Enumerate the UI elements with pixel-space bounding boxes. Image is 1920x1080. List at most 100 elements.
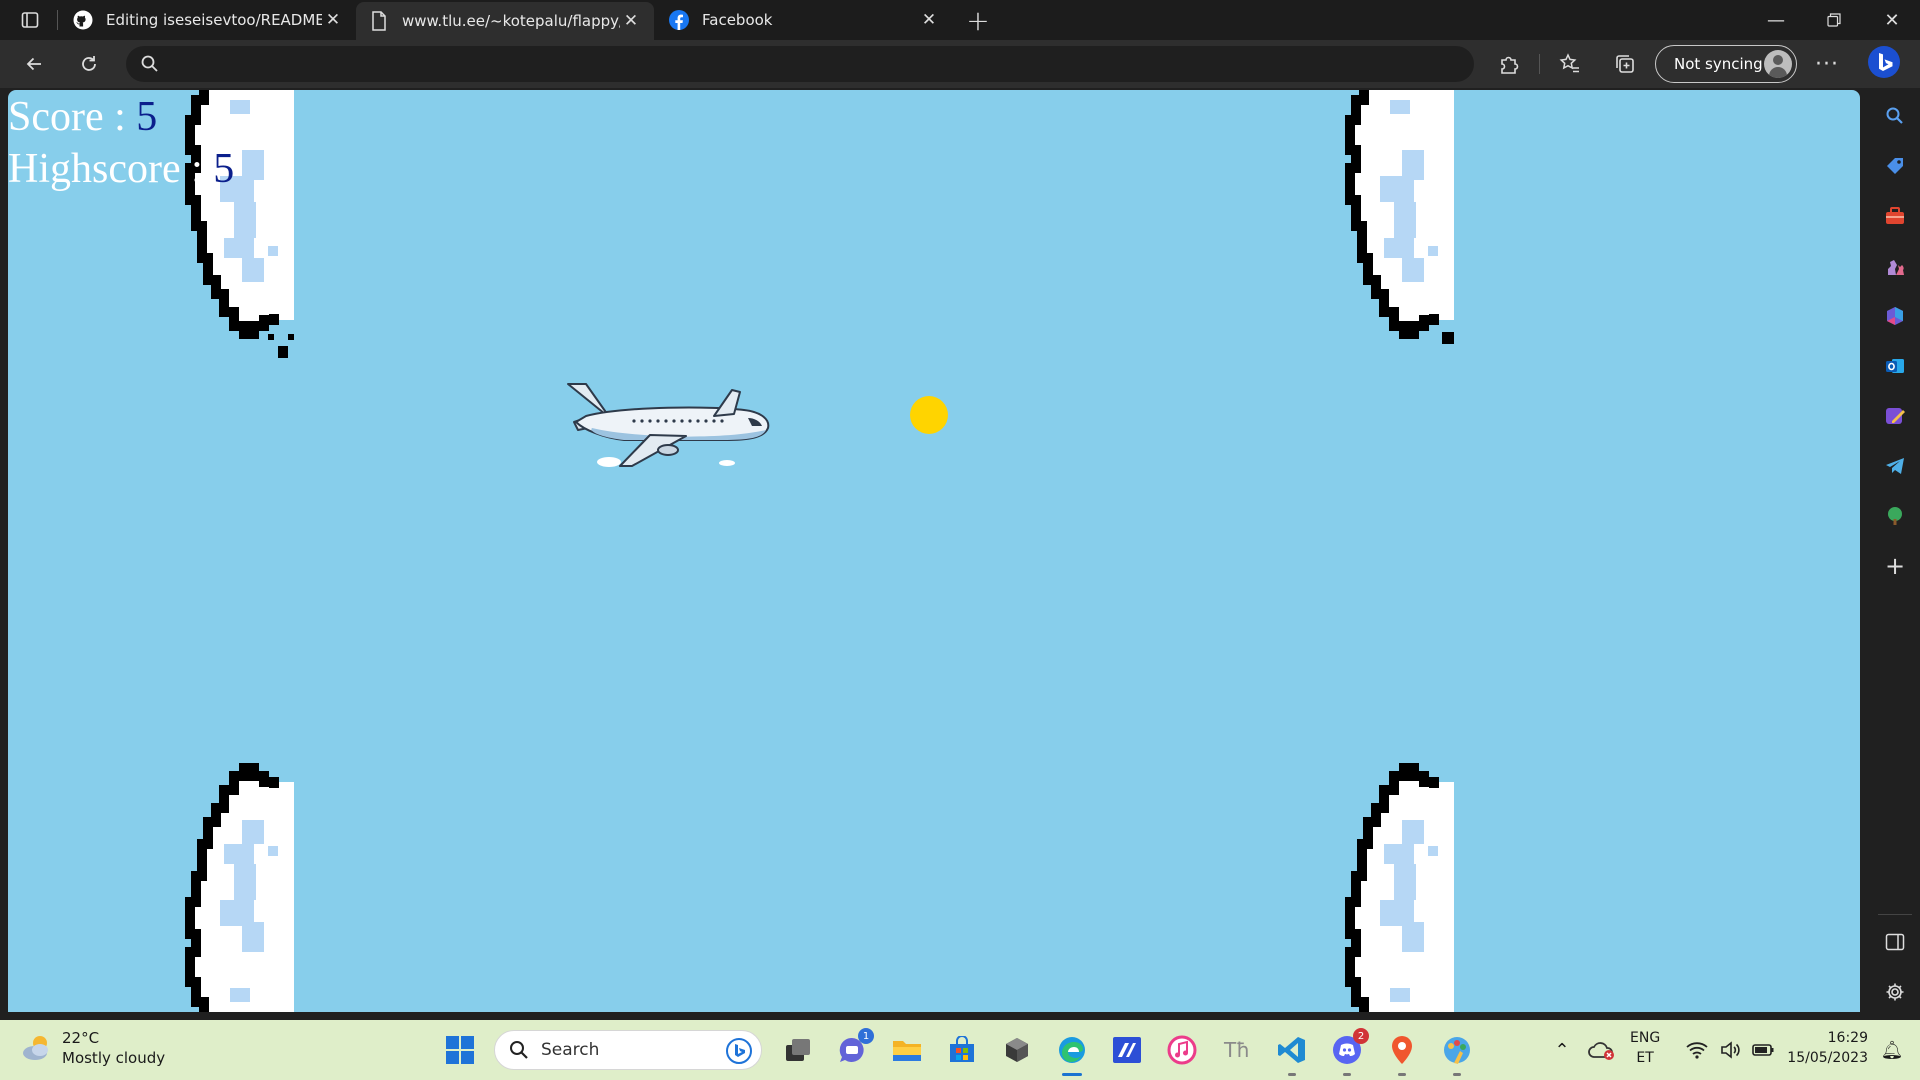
edge-sidebar: + [1870,88,1920,1016]
favorites-button[interactable] [1552,48,1588,80]
office-icon [1887,307,1903,325]
restore-icon [1827,13,1841,27]
taskbar-discord[interactable]: 2 [1329,1028,1369,1076]
search-icon [510,1041,528,1059]
tab-flappy-game[interactable]: www.tlu.ee/~kotepalu/flappy/flappy.html … [356,2,654,40]
profile-sync-button[interactable]: Not syncing [1655,45,1797,83]
sidebar-divider [1878,914,1912,915]
clock[interactable]: 16:29 15/05/2023 [1784,1028,1868,1068]
hide-sidebar-button[interactable] [1881,928,1909,956]
clock-date: 15/05/2023 [1787,1050,1868,1066]
search-icon [141,55,158,72]
minimize-button[interactable]: — [1748,0,1804,40]
close-window-button[interactable]: ✕ [1864,0,1920,40]
sun-coin [910,396,948,434]
language-indicator[interactable]: ENG ET [1630,1028,1660,1068]
refresh-button[interactable] [71,48,107,80]
start-button[interactable] [442,1032,478,1068]
settings-menu-button[interactable]: ··· [1809,48,1845,80]
tab-title: Editing iseseisevtoo/README.md [106,11,322,29]
taskbar-itunes[interactable] [1164,1032,1200,1068]
taskbar-unity[interactable] [999,1032,1035,1068]
sidebar-add-button[interactable]: + [1881,552,1909,580]
windows-taskbar: 22°C Mostly cloudy Search 1 Tħ 2 ⌃ ENG E… [0,1020,1920,1080]
tab-facebook[interactable]: Facebook ✕ [656,0,952,40]
browser-toolbar: Not syncing ··· [0,40,1920,88]
extensions-button[interactable] [1491,48,1527,80]
running-indicator [1343,1073,1351,1076]
cloudy-weather-icon [23,1036,48,1060]
weather-temp: 22°C [62,1029,100,1047]
taskbar-vscode[interactable] [1274,1032,1310,1076]
collections-button[interactable] [1607,48,1643,80]
sidebar-games-button[interactable] [1881,252,1909,280]
sidebar-outlook-button[interactable] [1881,352,1909,380]
bing-icon [726,1038,752,1064]
sidebar-tools-button[interactable] [1881,202,1909,230]
bing-icon [1868,46,1900,78]
arrow-left-icon [26,57,41,71]
tab-github-readme[interactable]: Editing iseseisevtoo/README.md ✕ [60,0,356,40]
facebook-icon [668,9,690,31]
sidebar-search-button[interactable] [1881,102,1909,130]
sidebar-settings-button[interactable] [1881,978,1909,1006]
tab-actions-button[interactable] [12,6,48,34]
plus-icon: + [1884,552,1906,580]
taskbar-edge[interactable] [1054,1032,1090,1076]
taskbar-microsoft-store[interactable] [944,1032,980,1068]
address-bar[interactable] [126,46,1474,82]
tab-divider [57,10,58,30]
highscore-label: Highscore : [8,146,214,192]
weather-condition: Mostly cloudy [62,1049,166,1067]
sidebar-telegram-button[interactable] [1881,452,1909,480]
sync-status-label: Not syncing [1674,55,1763,73]
chevron-up-icon: ⌃ [1554,1039,1570,1061]
tab-close-icon[interactable]: ✕ [322,10,344,30]
tab-close-icon[interactable]: ✕ [620,11,642,31]
tree-icon [1888,507,1902,525]
taskbar-visual-studio[interactable] [1109,1032,1145,1068]
page-icon [368,10,390,32]
show-hidden-icons-button[interactable]: ⌃ [1544,1032,1580,1068]
teams-badge: 1 [858,1028,874,1044]
address-input[interactable] [172,50,1452,78]
tray-onedrive[interactable] [1584,1032,1620,1068]
vscode-icon [1278,1037,1305,1063]
store-icon [950,1036,974,1062]
outlook-icon [1886,359,1904,373]
search-icon [1886,107,1903,124]
tab-title: www.tlu.ee/~kotepalu/flappy/flappy.html [402,12,620,30]
battery-icon [1752,1044,1774,1056]
taskbar-search[interactable]: Search [494,1030,762,1070]
back-button[interactable] [16,48,52,80]
weather-widget[interactable]: 22°C Mostly cloudy [20,1028,165,1068]
sidebar-tree-button[interactable] [1881,502,1909,530]
cube-icon [1006,1038,1028,1062]
restore-button[interactable] [1806,0,1862,40]
bing-chat-button[interactable] [1866,46,1902,78]
tab-close-icon[interactable]: ✕ [918,10,940,30]
taskbar-typora[interactable]: Tħ [1219,1032,1255,1068]
minimize-icon: — [1767,9,1785,31]
sidebar-m365-button[interactable] [1881,302,1909,330]
github-icon [72,9,94,31]
map-pin-icon [1392,1036,1412,1064]
taskbar-paint[interactable] [1439,1032,1475,1076]
sidebar-designer-button[interactable] [1881,402,1909,430]
close-icon: ✕ [1884,9,1900,31]
top-left-cloud-obstacle [182,90,302,358]
highscore-display: Highscore : 5 [8,148,234,190]
taskbar-teams[interactable]: 1 [834,1028,874,1068]
bottom-right-cloud-obstacle [1342,718,1462,1012]
taskbar-task-view[interactable] [780,1032,816,1068]
tray-quick-settings[interactable] [1680,1032,1780,1068]
plus-icon: + [966,3,990,37]
sidebar-shopping-button[interactable] [1881,152,1909,180]
taskbar-maps[interactable] [1384,1032,1420,1076]
new-tab-button[interactable]: + [960,3,996,37]
palette-icon [1444,1037,1470,1064]
typora-icon: Tħ [1223,1038,1251,1062]
notifications-button[interactable]: 🔔︎ [1874,1032,1910,1068]
game-canvas[interactable]: Score : 5 Highscore : 5 [8,90,1860,1012]
taskbar-file-explorer[interactable] [889,1032,925,1068]
